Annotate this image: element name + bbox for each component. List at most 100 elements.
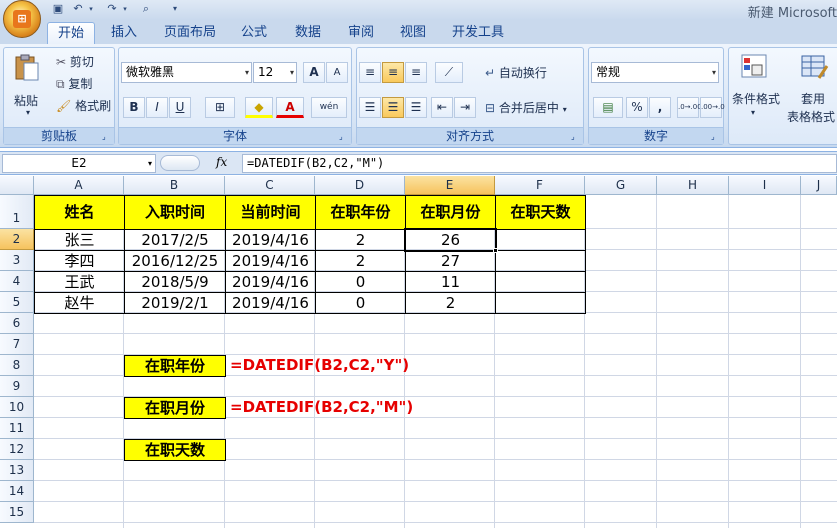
conditional-format-button[interactable]: 条件格式 [732, 90, 780, 107]
column-header-b[interactable]: B [124, 176, 225, 195]
wrap-text-button[interactable]: ↵ 自动换行 [485, 64, 547, 81]
cell-a1[interactable]: 姓名 [34, 195, 125, 230]
font-launcher-icon[interactable]: ⌟ [339, 132, 349, 142]
underline-button[interactable]: U [169, 97, 191, 118]
copy-button[interactable]: ⧉ 复制 [56, 75, 92, 92]
formula-cancel-confirm[interactable] [160, 155, 200, 171]
tab-insert[interactable]: 插入 [106, 22, 142, 44]
tab-home[interactable]: 开始 [47, 22, 95, 44]
cell-e4[interactable]: 11 [405, 271, 496, 293]
select-all-corner[interactable] [0, 176, 34, 195]
grow-font-button[interactable]: A [303, 62, 325, 83]
decrease-decimal-button[interactable]: .00→.0 [700, 97, 725, 118]
align-bottom-button[interactable]: ≡ [405, 62, 427, 83]
cell-a2[interactable]: 张三 [34, 229, 125, 251]
office-button[interactable]: ⊞ [3, 0, 41, 38]
label-years[interactable]: 在职年份 [124, 355, 226, 377]
increase-indent-button[interactable]: ⇥ [454, 97, 476, 118]
font-name-input[interactable]: 微软雅黑 ▾ [121, 62, 252, 83]
align-middle-button[interactable]: ≡ [382, 62, 404, 83]
currency-button[interactable]: ▤ [593, 97, 623, 118]
cell-c1[interactable]: 当前时间 [225, 195, 316, 230]
format-as-table-button[interactable]: 套用 [801, 90, 825, 107]
row-header-2[interactable]: 2 [0, 229, 34, 250]
paste-button[interactable]: 粘贴 [14, 92, 38, 109]
format-painter-button[interactable]: 🖌 格式刷 [56, 97, 111, 114]
name-box[interactable]: E2 ▾ [2, 154, 156, 173]
row-header-1[interactable]: 1 [0, 195, 34, 229]
print-preview-icon[interactable]: ⌕ [138, 1, 154, 17]
label-days[interactable]: 在职天数 [124, 439, 226, 461]
column-header-d[interactable]: D [315, 176, 405, 195]
tab-formulas[interactable]: 公式 [236, 22, 272, 44]
column-header-i[interactable]: I [729, 176, 801, 195]
row-header-3[interactable]: 3 [0, 250, 34, 271]
cell-a5[interactable]: 赵牛 [34, 292, 125, 314]
cell-d1[interactable]: 在职年份 [315, 195, 406, 230]
insert-function-button[interactable]: fx [216, 155, 227, 169]
cell-d5[interactable]: 0 [315, 292, 406, 314]
paste-icon[interactable] [12, 53, 42, 83]
increase-decimal-button[interactable]: .0→.00 [677, 97, 702, 118]
clipboard-launcher-icon[interactable]: ⌟ [102, 132, 112, 142]
alignment-launcher-icon[interactable]: ⌟ [571, 132, 581, 142]
undo-dropdown-icon[interactable]: ▾ [86, 1, 96, 17]
cell-a4[interactable]: 王武 [34, 271, 125, 293]
cell-e3[interactable]: 27 [405, 250, 496, 272]
cell-b5[interactable]: 2019/2/1 [124, 292, 226, 314]
align-right-button[interactable]: ☰ [405, 97, 427, 118]
fill-color-button[interactable]: ◆ [245, 97, 273, 118]
cell-c4[interactable]: 2019/4/16 [225, 271, 316, 293]
tab-developer[interactable]: 开发工具 [447, 22, 509, 44]
orientation-button[interactable]: ⟋ [435, 62, 463, 83]
row-header-12[interactable]: 12 [0, 439, 34, 460]
customize-qat-icon[interactable]: ▾ [170, 1, 180, 17]
shrink-font-button[interactable]: A [326, 62, 348, 83]
row-header-13[interactable]: 13 [0, 460, 34, 481]
number-format-select[interactable]: 常规 ▾ [591, 62, 719, 83]
row-header-14[interactable]: 14 [0, 481, 34, 502]
cell-e1[interactable]: 在职月份 [405, 195, 496, 230]
decrease-indent-button[interactable]: ⇤ [431, 97, 453, 118]
font-size-input[interactable]: 12 ▾ [253, 62, 297, 83]
number-launcher-icon[interactable]: ⌟ [711, 132, 721, 142]
row-header-15[interactable]: 15 [0, 502, 34, 523]
cell-b3[interactable]: 2016/12/25 [124, 250, 226, 272]
cut-button[interactable]: ✂ 剪切 [56, 53, 94, 70]
row-header-7[interactable]: 7 [0, 334, 34, 355]
cell-d2[interactable]: 2 [315, 229, 406, 251]
cell-b2[interactable]: 2017/2/5 [124, 229, 226, 251]
formula-input[interactable]: =DATEDIF(B2,C2,"M") [242, 154, 837, 173]
cell-e2[interactable]: 26 [405, 229, 496, 251]
column-header-h[interactable]: H [657, 176, 729, 195]
redo-icon[interactable]: ↷ [104, 1, 120, 17]
column-header-e[interactable]: E [405, 176, 495, 195]
name-box-dropdown-icon[interactable]: ▾ [148, 155, 152, 172]
percent-button[interactable]: % [626, 97, 648, 118]
formula-months-text[interactable]: =DATEDIF(B2,C2,"M") [230, 398, 413, 416]
row-header-11[interactable]: 11 [0, 418, 34, 439]
font-color-button[interactable]: A [276, 97, 304, 118]
cell-d4[interactable]: 0 [315, 271, 406, 293]
column-header-a[interactable]: A [34, 176, 124, 195]
fill-handle[interactable] [493, 248, 498, 253]
column-header-f[interactable]: F [495, 176, 585, 195]
merge-center-button[interactable]: ⊟ 合并后居中 ▾ [485, 99, 567, 116]
row-header-8[interactable]: 8 [0, 355, 34, 376]
row-header-6[interactable]: 6 [0, 313, 34, 334]
cell-f5[interactable] [495, 292, 586, 314]
cell-f3[interactable] [495, 250, 586, 272]
phonetic-button[interactable]: wén [311, 97, 347, 118]
cell-c3[interactable]: 2019/4/16 [225, 250, 316, 272]
comma-button[interactable]: , [649, 97, 671, 118]
row-header-4[interactable]: 4 [0, 271, 34, 292]
cell-f1[interactable]: 在职天数 [495, 195, 586, 230]
border-button[interactable]: ⊞ [205, 97, 235, 118]
bold-button[interactable]: B [123, 97, 145, 118]
undo-icon[interactable]: ↶ [70, 1, 86, 17]
conditional-format-dropdown-icon[interactable]: ▾ [751, 108, 755, 117]
cell-d3[interactable]: 2 [315, 250, 406, 272]
row-header-9[interactable]: 9 [0, 376, 34, 397]
align-top-button[interactable]: ≡ [359, 62, 381, 83]
tab-data[interactable]: 数据 [290, 22, 326, 44]
